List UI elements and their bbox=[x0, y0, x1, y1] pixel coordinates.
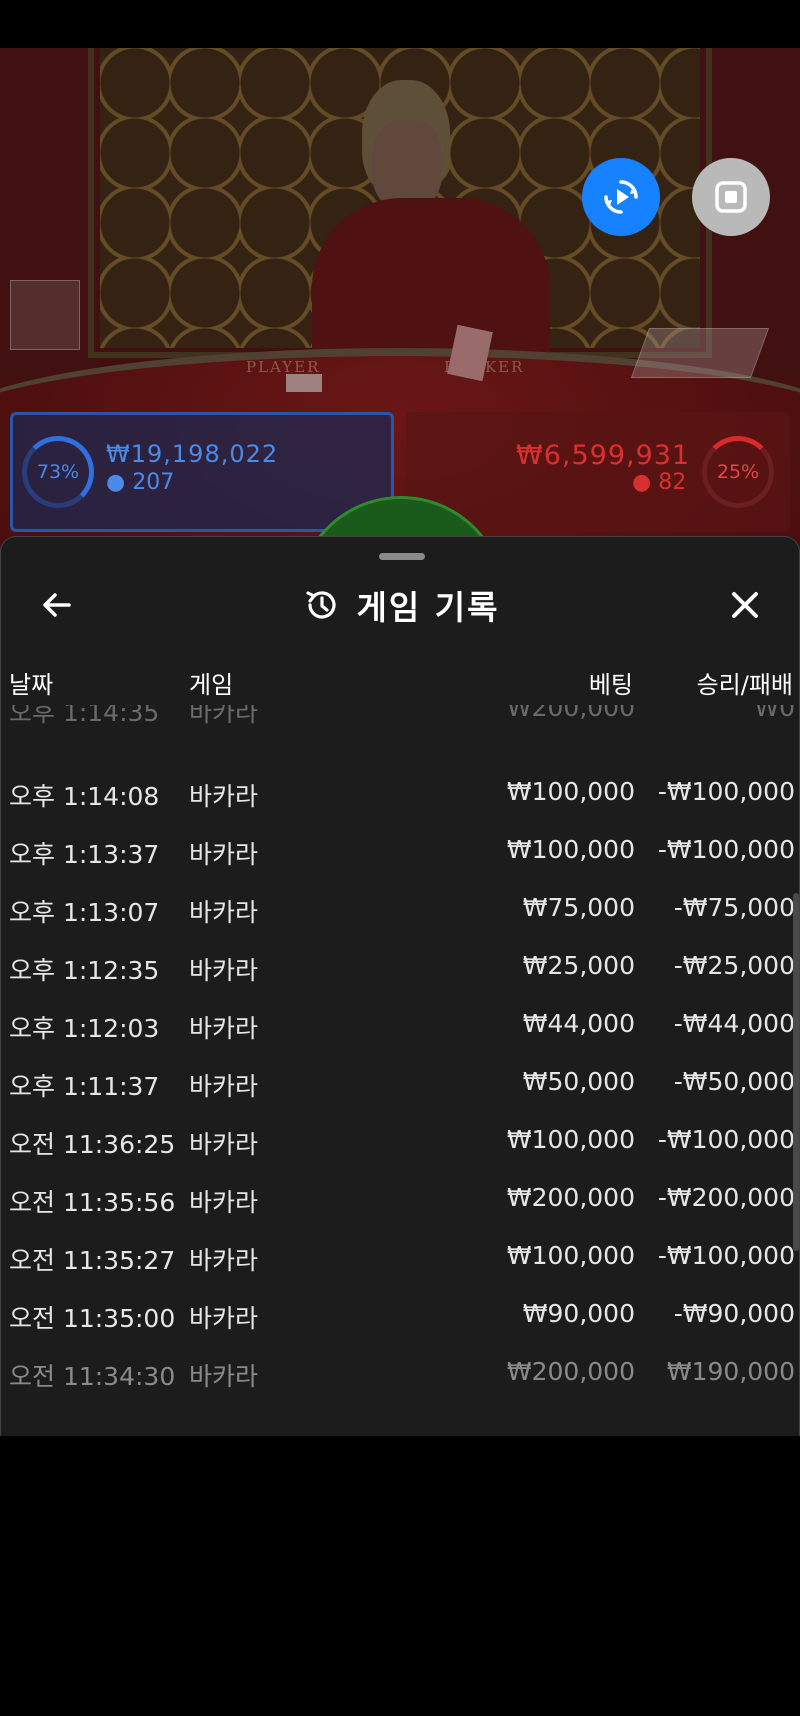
table-row: 오후 1:11:37 바카라 ₩50,000 -₩50,000 bbox=[1, 1053, 799, 1111]
row-bet: ₩100,000 bbox=[506, 835, 635, 864]
close-icon bbox=[732, 592, 758, 618]
row-result: -₩200,000 bbox=[657, 1183, 795, 1212]
row-bet: ₩200,000 bbox=[506, 1357, 635, 1386]
row-bet: ₩100,000 bbox=[506, 1125, 635, 1154]
play-rotate-icon bbox=[604, 180, 638, 214]
banker-total-amount: ₩6,599,931 bbox=[516, 440, 691, 471]
arrow-left-icon bbox=[43, 593, 71, 617]
row-date: 오전 11:36:25 bbox=[9, 1130, 176, 1159]
player-total-amount: ₩19,198,022 bbox=[106, 440, 279, 468]
row-game: 바카라 bbox=[189, 1014, 259, 1043]
table-row: 오전 11:34:30 바카라 ₩200,000 ₩190,000 bbox=[1, 1343, 799, 1401]
row-bet: ₩25,000 bbox=[522, 951, 635, 980]
row-game: 바카라 bbox=[189, 898, 259, 927]
table-row: 오전 11:36:25 바카라 ₩100,000 -₩100,000 bbox=[1, 1111, 799, 1169]
row-game: 바카라 bbox=[189, 956, 259, 985]
table-row: 오후 1:12:35 바카라 ₩25,000 -₩25,000 bbox=[1, 937, 799, 995]
row-result: -₩25,000 bbox=[673, 951, 795, 980]
row-date: 오전 11:35:00 bbox=[9, 1304, 176, 1333]
user-icon: ● bbox=[632, 470, 652, 495]
row-result: ₩190,000 bbox=[666, 1357, 795, 1386]
drag-handle[interactable] bbox=[379, 553, 425, 560]
row-date: 오전 11:34:30 bbox=[9, 1362, 176, 1391]
user-icon: ● bbox=[106, 470, 126, 495]
stop-button[interactable] bbox=[692, 158, 770, 236]
row-date: 오후 1:11:37 bbox=[9, 1072, 160, 1101]
row-date: 오후 1:12:35 bbox=[9, 956, 160, 985]
row-date: 오후 1:14:08 bbox=[9, 782, 160, 811]
row-game: 바카라 bbox=[189, 1130, 259, 1159]
player-bettor-count: ● 207 bbox=[106, 470, 174, 495]
row-game: 바카라 bbox=[189, 1362, 259, 1391]
row-game: 바카라 bbox=[189, 840, 259, 869]
row-bet: ₩75,000 bbox=[522, 893, 635, 922]
status-bar bbox=[0, 0, 800, 48]
history-clock-icon bbox=[305, 591, 336, 619]
history-list[interactable]: 오후 1:14:35 바카라 ₩200,000 ₩0 오후 1:14:08 바카라 ₩100… bbox=[1, 705, 799, 1405]
square-stop-icon bbox=[715, 181, 747, 213]
row-game: 바카라 bbox=[189, 705, 259, 727]
scrollbar[interactable] bbox=[793, 893, 799, 1251]
row-result: -₩100,000 bbox=[657, 835, 795, 864]
player-count-value: 207 bbox=[132, 470, 175, 495]
row-bet: ₩90,000 bbox=[522, 1299, 635, 1328]
table-row: 오전 11:35:27 바카라 ₩100,000 -₩100,000 bbox=[1, 1227, 799, 1285]
row-game: 바카라 bbox=[189, 1304, 259, 1333]
row-result: -₩90,000 bbox=[673, 1299, 795, 1328]
banker-bettor-count: ● 82 bbox=[632, 470, 686, 495]
row-game: 바카라 bbox=[189, 1072, 259, 1101]
close-button[interactable] bbox=[723, 583, 767, 627]
sheet-header: 게임 기록 bbox=[1, 577, 799, 633]
table-row: 오후 1:13:07 바카라 ₩75,000 -₩75,000 bbox=[1, 879, 799, 937]
row-date: 오전 11:35:56 bbox=[9, 1188, 176, 1217]
row-game: 바카라 bbox=[189, 1246, 259, 1275]
column-header-date: 날짜 bbox=[9, 671, 54, 699]
row-result: -₩100,000 bbox=[657, 1241, 795, 1270]
row-result: -₩100,000 bbox=[657, 1125, 795, 1154]
banker-percent-ring: 25% bbox=[702, 436, 774, 508]
row-result: -₩44,000 bbox=[673, 1009, 795, 1038]
row-result: -₩75,000 bbox=[673, 893, 795, 922]
table-row: 오전 11:35:00 바카라 ₩90,000 -₩90,000 bbox=[1, 1285, 799, 1343]
column-header-bet: 베팅 bbox=[588, 671, 633, 699]
row-bet: ₩200,000 bbox=[506, 1183, 635, 1212]
banker-percent: 25% bbox=[716, 461, 760, 483]
row-date: 오후 1:14:35 bbox=[9, 705, 160, 727]
row-date: 오전 11:35:27 bbox=[9, 1246, 176, 1275]
page-title: 게임 기록 bbox=[356, 588, 500, 627]
table-row: 오후 1:12:03 바카라 ₩44,000 -₩44,000 bbox=[1, 995, 799, 1053]
row-bet: ₩50,000 bbox=[522, 1067, 635, 1096]
row-date: 오후 1:12:03 bbox=[9, 1014, 160, 1043]
row-bet: ₩100,000 bbox=[506, 777, 635, 806]
row-game: 바카라 bbox=[189, 782, 259, 811]
row-bet: ₩44,000 bbox=[522, 1009, 635, 1038]
row-result: ₩0 bbox=[754, 705, 795, 722]
player-percent-ring: 73% bbox=[22, 436, 94, 508]
table-row: 오후 1:14:08 바카라 ₩100,000 -₩100,000 bbox=[1, 763, 799, 821]
row-bet: ₩200,000 bbox=[506, 705, 635, 722]
table-row: 오전 11:35:56 바카라 ₩200,000 -₩200,000 bbox=[1, 1169, 799, 1227]
row-result: -₩50,000 bbox=[673, 1067, 795, 1096]
back-button[interactable] bbox=[35, 583, 79, 627]
row-bet: ₩100,000 bbox=[506, 1241, 635, 1270]
replay-video-button[interactable] bbox=[582, 158, 660, 236]
row-date: 오후 1:13:07 bbox=[9, 898, 160, 927]
banker-count-value: 82 bbox=[658, 470, 687, 495]
table-row: 오후 1:14:35 바카라 ₩200,000 ₩0 bbox=[1, 705, 799, 763]
game-history-sheet: 게임 기록 날짜 게임 베팅 승리/패배 오후 1:14:35 바카라 ₩200,0… bbox=[0, 536, 800, 1436]
table-row: 오후 1:13:37 바카라 ₩100,000 -₩100,000 bbox=[1, 821, 799, 879]
row-result: -₩100,000 bbox=[657, 777, 795, 806]
column-header-win-loss: 승리/패배 bbox=[696, 671, 793, 699]
column-header-game: 게임 bbox=[189, 671, 234, 699]
row-game: 바카라 bbox=[189, 1188, 259, 1217]
row-date: 오후 1:13:37 bbox=[9, 840, 160, 869]
player-percent: 73% bbox=[36, 461, 80, 483]
